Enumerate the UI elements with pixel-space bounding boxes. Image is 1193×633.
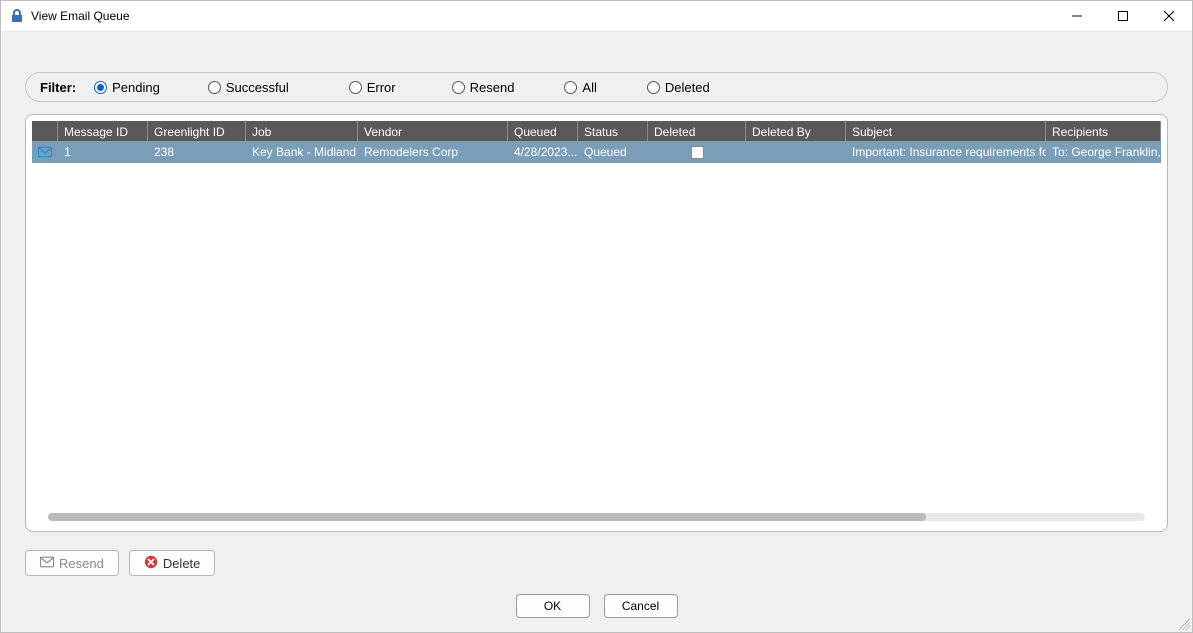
col-icon[interactable] — [32, 121, 58, 141]
col-greenlight-id[interactable]: Greenlight ID — [148, 121, 246, 141]
minimize-button[interactable] — [1054, 1, 1100, 31]
cell-recipients: To: George Franklin, Ja — [1046, 141, 1161, 163]
mail-icon — [32, 141, 58, 163]
delete-label: Delete — [163, 556, 201, 571]
resend-label: Resend — [59, 556, 104, 571]
radio-pending[interactable]: Pending — [94, 80, 160, 95]
scrollbar-thumb[interactable] — [48, 513, 926, 521]
email-grid-panel: Message ID Greenlight ID Job Vendor Queu… — [25, 114, 1168, 532]
grid-header[interactable]: Message ID Greenlight ID Job Vendor Queu… — [32, 121, 1161, 141]
action-bar: Resend Delete — [25, 550, 215, 576]
col-vendor[interactable]: Vendor — [358, 121, 508, 141]
radio-icon — [349, 81, 362, 94]
envelope-icon — [40, 555, 54, 572]
window: View Email Queue Filter: Pending Success… — [0, 0, 1193, 633]
dialog-buttons: OK Cancel — [1, 594, 1192, 618]
col-deleted[interactable]: Deleted — [648, 121, 746, 141]
col-subject[interactable]: Subject — [846, 121, 1046, 141]
radio-successful[interactable]: Successful — [208, 80, 289, 95]
cell-deleted — [648, 141, 746, 163]
radio-icon — [208, 81, 221, 94]
radio-icon — [94, 81, 107, 94]
cell-queued: 4/28/2023... — [508, 141, 578, 163]
close-button[interactable] — [1146, 1, 1192, 31]
col-message-id[interactable]: Message ID — [58, 121, 148, 141]
cell-deleted-by — [746, 141, 846, 163]
radio-all[interactable]: All — [564, 80, 596, 95]
delete-button[interactable]: Delete — [129, 550, 216, 576]
radio-deleted[interactable]: Deleted — [647, 80, 710, 95]
delete-icon — [144, 555, 158, 572]
cell-greenlight-id: 238 — [148, 141, 246, 163]
cell-status: Queued — [578, 141, 648, 163]
col-deleted-by[interactable]: Deleted By — [746, 121, 846, 141]
table-row[interactable]: 1 238 Key Bank - Midland Remodelers Corp… — [32, 141, 1161, 163]
radio-resend[interactable]: Resend — [452, 80, 515, 95]
window-controls — [1054, 1, 1192, 31]
cell-message-id: 1 — [58, 141, 148, 163]
ok-button[interactable]: OK — [516, 594, 590, 618]
col-job[interactable]: Job — [246, 121, 358, 141]
cell-job: Key Bank - Midland — [246, 141, 358, 163]
radio-icon — [647, 81, 660, 94]
col-queued[interactable]: Queued — [508, 121, 578, 141]
radio-error[interactable]: Error — [349, 80, 396, 95]
maximize-button[interactable] — [1100, 1, 1146, 31]
email-grid[interactable]: Message ID Greenlight ID Job Vendor Queu… — [32, 121, 1161, 525]
cell-subject: Important: Insurance requirements for o.… — [846, 141, 1046, 163]
col-recipients[interactable]: Recipients — [1046, 121, 1161, 141]
resize-grip[interactable] — [1178, 618, 1190, 630]
radio-icon — [564, 81, 577, 94]
radio-icon — [452, 81, 465, 94]
filter-label: Filter: — [40, 80, 76, 95]
resend-button[interactable]: Resend — [25, 550, 119, 576]
window-title: View Email Queue — [31, 9, 130, 23]
titlebar: View Email Queue — [1, 1, 1192, 31]
cancel-button[interactable]: Cancel — [604, 594, 678, 618]
cell-vendor: Remodelers Corp — [358, 141, 508, 163]
client-area: Filter: Pending Successful Error Resend … — [1, 31, 1192, 632]
filter-group: Filter: Pending Successful Error Resend … — [25, 72, 1168, 102]
lock-icon — [9, 8, 25, 24]
col-status[interactable]: Status — [578, 121, 648, 141]
deleted-checkbox[interactable] — [691, 146, 704, 159]
horizontal-scrollbar[interactable] — [48, 513, 1145, 521]
